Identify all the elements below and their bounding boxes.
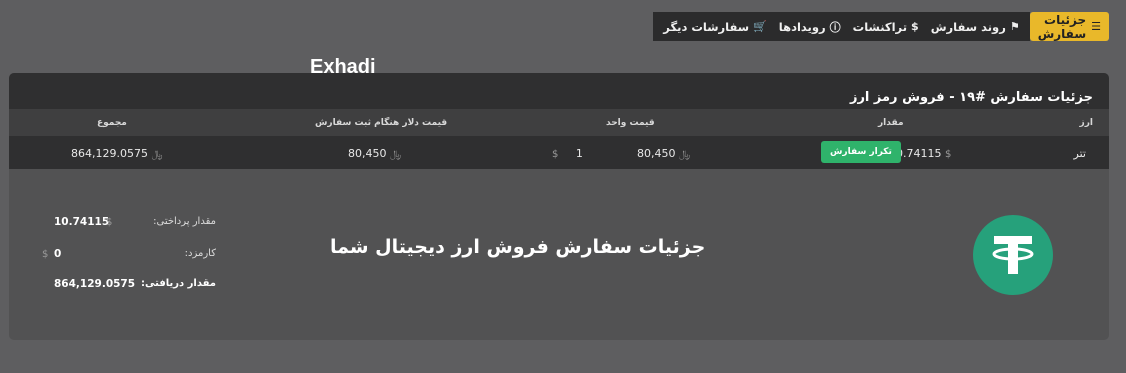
tab-events-label: رویدادها [778, 19, 826, 34]
col-unit-price: قیمت واحد [606, 118, 655, 128]
cell-unit-price-rial: ﷼ 80,450 [637, 147, 690, 160]
order-card: جزئیات سفارش #۱۹ - فروش رمز ارز ارز مقدا… [9, 73, 1109, 340]
received-value: 864,129.0575 [54, 278, 136, 290]
cell-unit-price-usd: $ 1 [552, 147, 583, 160]
summary-paid: 10.74115 $ مقدار پرداختی: [9, 216, 229, 232]
summary-received: 864,129.0575 مقدار دریافتی: [9, 278, 229, 294]
tether-icon [992, 236, 1034, 274]
rial-symbol: ﷼ [151, 149, 163, 160]
col-dollar-price: قیمت دلار هنگام ثبت سفارش [315, 118, 448, 128]
tab-events[interactable]: ⓘ رویدادها [773, 19, 847, 35]
tab-order-process[interactable]: ⚑ روند سفارش [925, 20, 1026, 34]
repeat-order-button[interactable]: تکرار سفارش [821, 141, 901, 163]
dollar-symbol: $ [945, 149, 952, 160]
rial-symbol: ﷼ [390, 149, 402, 160]
info-circle-icon: ⓘ [829, 20, 841, 34]
dollar-symbol: $ [106, 217, 113, 228]
tab-order-details-label: جزئیات سفارش [1037, 12, 1087, 41]
tab-group: ⚑ روند سفارش $ تراکنشات ⓘ رویدادها 🛒 سفا… [653, 12, 1030, 41]
card-header: جزئیات سفارش #۱۹ - فروش رمز ارز [9, 73, 1109, 109]
list-icon: ☰ [1091, 20, 1101, 33]
total-value: 864,129.0575 [71, 147, 148, 160]
fee-value: 0 [54, 248, 62, 260]
table-row: تتر 10.74115 $ تکرار سفارش ﷼ 80,450 $ 1 … [9, 136, 1109, 169]
received-label: مقدار دریافتی: [141, 278, 216, 289]
tab-transactions-label: تراکنشات [852, 19, 908, 34]
cell-total: 864,129.0575 ﷼ [71, 147, 163, 160]
col-total: مجموع [97, 118, 127, 128]
unit-price-usd-value: 1 [575, 147, 583, 160]
card-title: جزئیات سفارش #۱۹ - فروش رمز ارز [849, 90, 1093, 105]
tab-other-orders[interactable]: 🛒 سفارشات دیگر [657, 20, 772, 34]
paid-label: مقدار پرداختی: [153, 216, 216, 227]
cell-dollar-price: ﷼ 80,450 [348, 147, 401, 160]
tab-order-details[interactable]: ☰ جزئیات سفارش [1029, 12, 1109, 41]
rial-symbol: ﷼ [679, 149, 691, 160]
table-header: ارز مقدار قیمت واحد قیمت دلار هنگام ثبت … [9, 109, 1109, 136]
cell-currency: تتر [1073, 147, 1086, 160]
tab-order-process-label: روند سفارش [930, 19, 1006, 34]
dollar-icon: $ [911, 20, 919, 33]
cart-icon: 🛒 [753, 20, 767, 33]
dollar-symbol: $ [42, 249, 49, 260]
col-currency: ارز [1079, 118, 1093, 128]
unit-price-rial-value: 80,450 [637, 147, 676, 160]
dollar-price-value: 80,450 [348, 147, 387, 160]
col-amount: مقدار [878, 118, 904, 128]
summary-fee: 0 $ کارمزد: [9, 248, 229, 264]
flag-icon: ⚑ [1009, 20, 1020, 33]
dollar-symbol: $ [552, 149, 559, 160]
caption-text: جزئیات سفارش فروش ارز دیجیتال شما [330, 236, 706, 258]
tether-logo-icon [973, 215, 1053, 295]
fee-label: کارمزد: [184, 248, 216, 259]
tab-other-orders-label: سفارشات دیگر [663, 19, 750, 34]
paid-value: 10.74115 [54, 216, 110, 228]
tab-transactions[interactable]: $ تراکنشات [847, 20, 925, 34]
order-tabs: ☰ جزئیات سفارش ⚑ روند سفارش $ تراکنشات ⓘ… [653, 12, 1109, 41]
